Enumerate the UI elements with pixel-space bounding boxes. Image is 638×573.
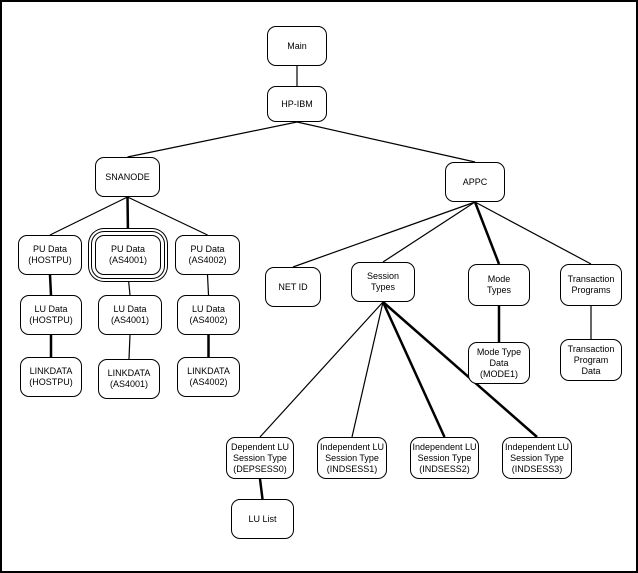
node-link-as4002[interactable]: LINKDATA (AS4002): [177, 357, 240, 397]
edge-session-ind2: [381, 301, 446, 438]
diagram-canvas: Main HP-IBM SNANODE APPC PU Data (HOSTPU) PU …: [0, 0, 638, 573]
node-lu-hostpu[interactable]: LU Data (HOSTPU): [20, 295, 82, 335]
node-lu-as4002[interactable]: LU Data (AS4002): [177, 295, 240, 335]
edge-dep-lulist: [258, 478, 264, 500]
node-ind1[interactable]: Independent LU Session Type (INDSESS1): [317, 437, 387, 479]
node-hpibm[interactable]: HP-IBM: [267, 86, 327, 122]
node-appc[interactable]: APPC: [445, 162, 505, 202]
edge-pu_as4001-lu_as4001: [127, 274, 131, 296]
node-pu-hostpu[interactable]: PU Data (HOSTPU): [18, 235, 82, 275]
edge-pu_hostpu-lu_hostpu: [48, 274, 53, 296]
edge-pu_as4002-lu_as4002: [206, 274, 210, 296]
node-pu-as4002[interactable]: PU Data (AS4002): [175, 235, 240, 275]
node-pu-as4001[interactable]: PU Data (AS4001): [95, 235, 161, 275]
edge-appc-session: [382, 201, 476, 263]
edge-appc-mode: [473, 201, 501, 265]
node-snanode[interactable]: SNANODE: [95, 157, 160, 197]
node-main[interactable]: Main: [267, 26, 327, 66]
node-dep[interactable]: Dependent LU Session Type (DEPSESS0): [226, 437, 294, 479]
node-link-as4001[interactable]: LINKDATA (AS4001): [98, 359, 160, 399]
edge-hpibm-appc: [296, 121, 476, 163]
edge-lu_as4001-link_as4001: [128, 334, 131, 360]
node-tp[interactable]: Transaction Programs: [560, 264, 622, 306]
edge-appc-netid: [292, 201, 476, 268]
node-link-hostpu[interactable]: LINKDATA (HOSTPU): [20, 357, 82, 397]
node-ind2[interactable]: Independent LU Session Type (INDSESS2): [410, 437, 479, 479]
node-mode[interactable]: Mode Types: [468, 264, 530, 306]
edge-snanode-pu_as4001: [126, 196, 130, 236]
node-modedata[interactable]: Mode Type Data (MODE1): [468, 342, 530, 384]
edge-hpibm-snanode: [127, 121, 298, 158]
node-session[interactable]: Session Types: [351, 262, 415, 302]
node-lulist[interactable]: LU List: [231, 499, 294, 539]
node-ind3[interactable]: Independent LU Session Type (INDSESS3): [502, 437, 572, 479]
node-netid[interactable]: NET ID: [265, 267, 321, 307]
node-tpdata[interactable]: Transaction Program Data: [560, 339, 622, 381]
edge-session-dep: [259, 301, 384, 438]
node-lu-as4001[interactable]: LU Data (AS4001): [98, 295, 162, 335]
edge-session-ind1: [351, 301, 384, 438]
edge-appc-tp: [474, 201, 592, 265]
edge-snanode-pu_as4002: [127, 196, 208, 236]
edge-snanode-pu_hostpu: [49, 196, 128, 236]
